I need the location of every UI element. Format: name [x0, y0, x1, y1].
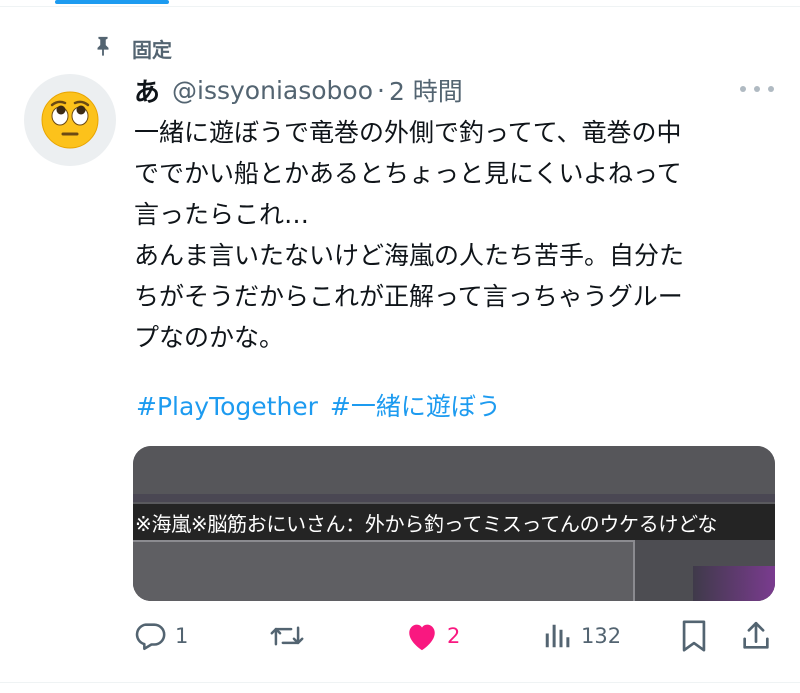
hashtags: #PlayTogether #一緒に遊ぼう [136, 389, 505, 425]
views-button[interactable]: 132 [541, 614, 621, 658]
bookmark-button[interactable] [679, 614, 709, 658]
like-button[interactable]: 2 [405, 614, 460, 658]
media-caption-bar: ※海嵐※脳筋おにいさん：外から釣ってミスってんのウケるけどな [133, 504, 775, 540]
reply-icon [135, 623, 166, 651]
pinned-label: 固定 [132, 37, 172, 62]
top-tab-bar [0, 0, 800, 8]
user-handle[interactable]: @issyoniasoboo [172, 76, 373, 105]
hashtag-link[interactable]: #PlayTogether [136, 392, 318, 421]
reply-button[interactable]: 1 [133, 614, 188, 658]
eye-roll-emoji-icon [41, 91, 99, 149]
media-caption: ※海嵐※脳筋おにいさん：外から釣ってミスってんのウケるけどな [135, 511, 718, 536]
avatar[interactable] [24, 74, 116, 166]
divider [0, 6, 800, 7]
views-count: 132 [581, 624, 622, 648]
active-tab-indicator [55, 0, 169, 4]
timestamp[interactable]: 2 時間 [389, 72, 463, 108]
pin-icon [92, 35, 114, 61]
like-icon [409, 624, 435, 651]
pinned-indicator: 固定 [92, 33, 172, 63]
divider [0, 682, 800, 683]
retweet-icon [270, 626, 304, 646]
display-name[interactable]: あ [134, 72, 160, 109]
views-icon [545, 624, 570, 648]
media-panel [133, 540, 635, 601]
action-bar: 1 2 132 [133, 614, 778, 658]
hashtag-link[interactable]: #一緒に遊ぼう [330, 392, 501, 421]
media-image[interactable]: ※海嵐※脳筋おにいさん：外から釣ってミスってんのウケるけどな [133, 446, 775, 601]
share-button[interactable] [739, 614, 773, 658]
bookmark-icon [682, 620, 706, 652]
tweet-header: あ @issyoniasoboo · 2 時間 [134, 70, 463, 110]
tweet-text: 一緒に遊ぼうで竜巻の外側で釣ってて、竜巻の中 ででかい船とかあるとちょっと見にく… [134, 118, 685, 352]
more-icon[interactable] [740, 82, 774, 96]
reply-count: 1 [175, 624, 189, 648]
retweet-button[interactable] [269, 614, 313, 658]
like-count: 2 [447, 624, 461, 648]
share-icon [743, 621, 769, 649]
separator-dot: · [377, 75, 385, 105]
